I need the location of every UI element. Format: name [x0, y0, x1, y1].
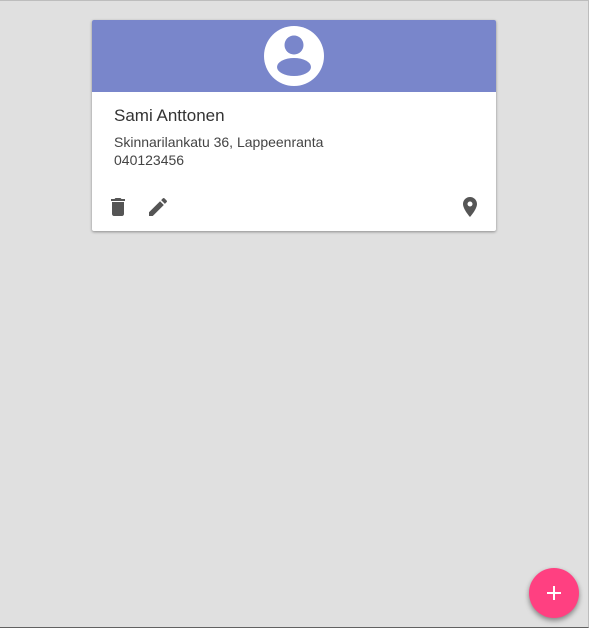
trash-icon: [111, 198, 125, 216]
contact-card: Sami Anttonen Skinnarilankatu 36, Lappee…: [92, 20, 496, 231]
pencil-icon: [149, 197, 168, 216]
map-pin-icon: [463, 197, 477, 217]
delete-button[interactable]: [106, 195, 130, 219]
map-button[interactable]: [458, 195, 482, 219]
card-header: [92, 20, 496, 92]
card-actions: [92, 195, 496, 223]
account-circle-icon: [277, 35, 311, 76]
add-contact-button[interactable]: [529, 568, 579, 618]
plus-icon: [547, 586, 561, 600]
edit-button[interactable]: [146, 195, 170, 219]
card-body: Sami Anttonen Skinnarilankatu 36, Lappee…: [92, 106, 496, 169]
contact-phone: 040123456: [114, 152, 185, 168]
contact-name: Sami Anttonen: [114, 106, 225, 125]
contact-address: Skinnarilankatu 36, Lappeenranta: [114, 134, 324, 150]
app-viewport: Sami Anttonen Skinnarilankatu 36, Lappee…: [0, 0, 589, 628]
avatar: [264, 26, 324, 86]
